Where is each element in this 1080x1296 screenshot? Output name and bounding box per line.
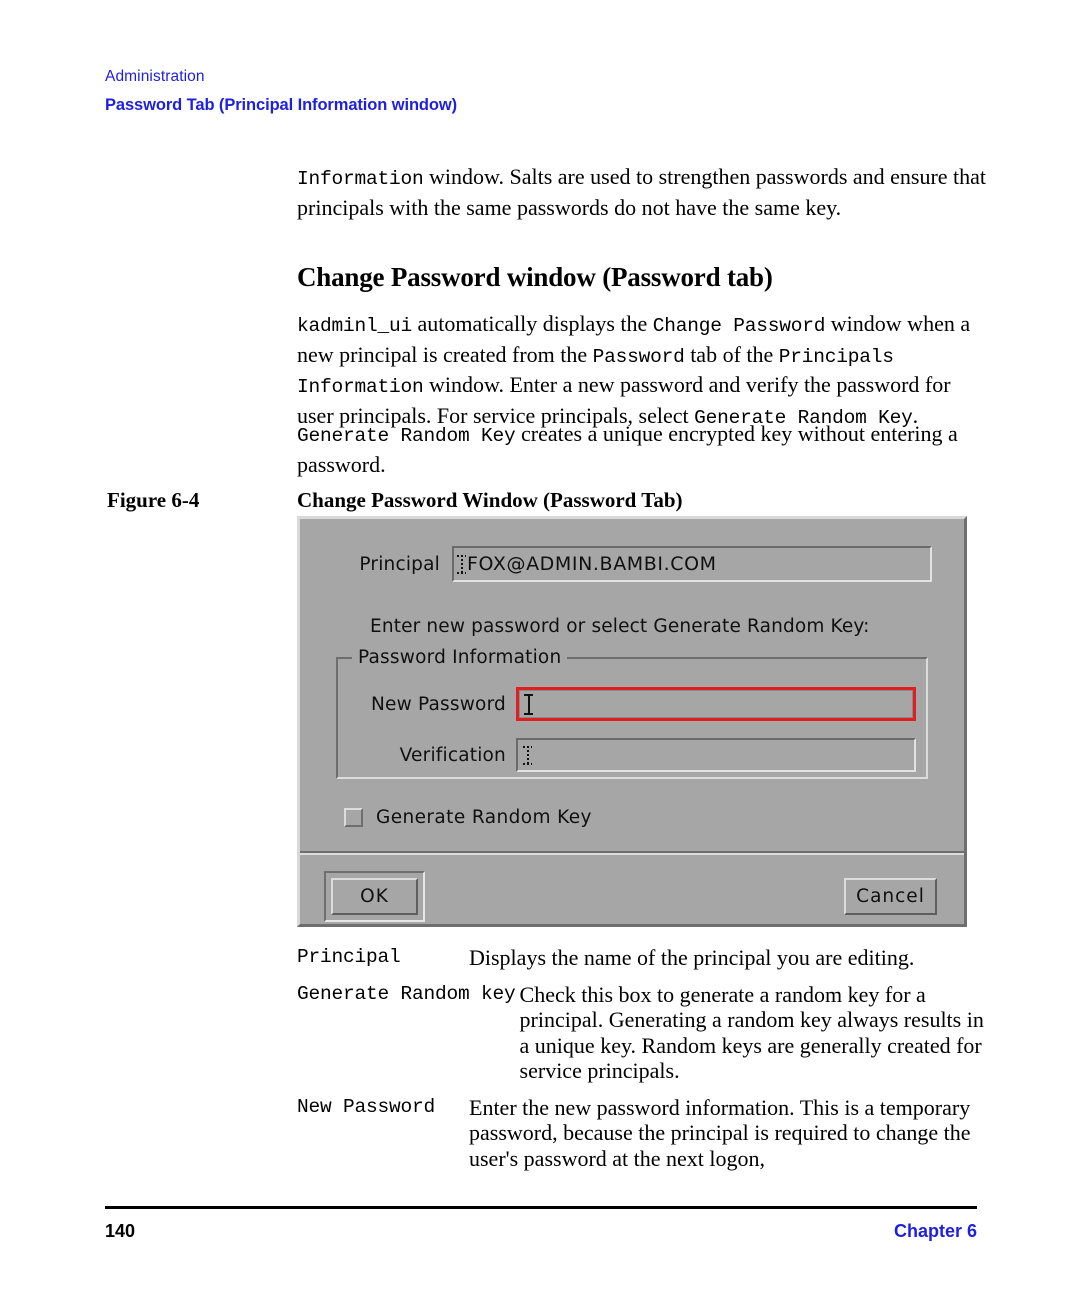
intro-mono-term: Information bbox=[297, 168, 424, 190]
paragraph-1-block: kadminl_ui automatically displays the Ch… bbox=[297, 310, 987, 432]
definition-item: Generate Random key Check this box to ge… bbox=[297, 982, 987, 1084]
verification-label: Verification bbox=[399, 744, 506, 766]
generate-random-key-checkbox[interactable] bbox=[344, 808, 363, 827]
generate-random-key-label: Generate Random Key bbox=[376, 807, 592, 828]
p1-t2: automatically displays the bbox=[412, 311, 653, 336]
ok-button[interactable]: OK bbox=[331, 878, 418, 915]
footer-page-number: 140 bbox=[105, 1221, 136, 1241]
principal-label: Principal bbox=[359, 553, 440, 575]
principal-input-value: FOX@ADMIN.BAMBI.COM bbox=[467, 553, 717, 575]
change-password-dialog: Principal FOX@ADMIN.BAMBI.COM Enter new … bbox=[297, 516, 967, 927]
definition-term: New Password bbox=[297, 1095, 436, 1118]
p1-t6: tab of the bbox=[684, 341, 779, 367]
intro-paragraph-block: Information window. Salts are used to st… bbox=[297, 163, 987, 221]
definition-list: Principal Displays the name of the princ… bbox=[297, 945, 987, 1182]
intro-paragraph: Information window. Salts are used to st… bbox=[297, 163, 987, 221]
p2-mono-generate-random-key: Generate Random Key bbox=[297, 425, 516, 447]
p1-mono-change-password: Change Password bbox=[652, 315, 826, 337]
text-cursor-icon bbox=[457, 554, 466, 574]
running-header-section: Administration bbox=[105, 68, 205, 85]
paragraph-2: Generate Random Key creates a unique enc… bbox=[297, 420, 987, 478]
definition-term: Generate Random key bbox=[297, 982, 516, 1005]
principal-row: Principal FOX@ADMIN.BAMBI.COM bbox=[300, 546, 964, 582]
p1-mono-password: Password bbox=[592, 345, 685, 368]
text-cursor-icon bbox=[523, 745, 532, 765]
generate-random-key-row[interactable]: Generate Random Key bbox=[344, 807, 592, 828]
principal-input[interactable]: FOX@ADMIN.BAMBI.COM bbox=[452, 546, 932, 582]
verification-row: Verification bbox=[336, 738, 916, 772]
new-password-input[interactable] bbox=[516, 687, 916, 721]
footer-chapter: Chapter 6 bbox=[893, 1221, 977, 1241]
password-information-legend: Password Information bbox=[352, 647, 568, 668]
new-password-row: New Password bbox=[336, 687, 916, 721]
button-area-separator bbox=[300, 851, 964, 855]
section-heading: Change Password window (Password tab) bbox=[297, 262, 773, 292]
section-heading-block: Change Password window (Password tab) bbox=[297, 262, 987, 293]
p1-mono-kadminl: kadminl_ui bbox=[297, 315, 413, 337]
footer-rule bbox=[105, 1206, 977, 1209]
definition-description: Check this box to generate a random key … bbox=[519, 981, 984, 1084]
text-cursor-icon bbox=[524, 693, 533, 715]
paragraph-1: kadminl_ui automatically displays the Ch… bbox=[297, 310, 987, 432]
definition-term: Principal bbox=[297, 946, 401, 968]
paragraph-2-block: Generate Random Key creates a unique enc… bbox=[297, 420, 987, 478]
dialog-prompt-text: Enter new password or select Generate Ra… bbox=[370, 616, 870, 637]
definition-item: Principal Displays the name of the princ… bbox=[297, 945, 987, 971]
figure-label: Figure 6-4 bbox=[107, 488, 200, 512]
definition-description: Enter the new password information. This… bbox=[469, 1094, 971, 1171]
new-password-label: New Password bbox=[370, 693, 506, 715]
running-header-title: Password Tab (Principal Information wind… bbox=[105, 96, 458, 114]
verification-input[interactable] bbox=[516, 738, 916, 772]
figure-title: Change Password Window (Password Tab) bbox=[297, 488, 683, 512]
definition-description: Displays the name of the principal you a… bbox=[469, 945, 915, 970]
cancel-button[interactable]: Cancel bbox=[844, 878, 937, 915]
definition-item: New Password Enter the new password info… bbox=[297, 1095, 987, 1172]
